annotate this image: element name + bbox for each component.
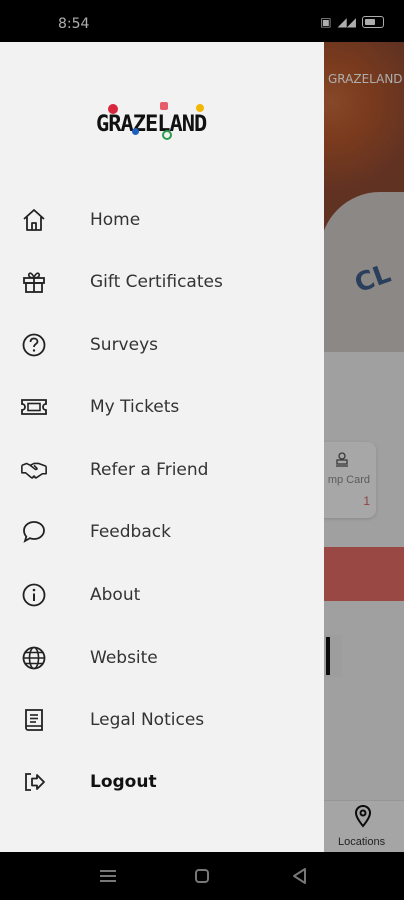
recents-menu-icon[interactable] xyxy=(96,866,120,886)
navigation-drawer: GRAZELAND Home Gift Certificates Surveys xyxy=(0,42,324,852)
menu-item-about[interactable]: About xyxy=(0,570,324,620)
menu-label-legal-notices: Legal Notices xyxy=(90,710,205,730)
menu-label-feedback: Feedback xyxy=(90,522,171,542)
logo-dot-red xyxy=(108,104,118,114)
menu-label-website: Website xyxy=(90,648,158,668)
menu-item-gift-certificates[interactable]: Gift Certificates xyxy=(0,257,324,307)
menu-label-surveys: Surveys xyxy=(90,335,158,355)
ticket-icon xyxy=(20,393,48,421)
menu-item-logout[interactable]: Logout xyxy=(0,757,324,807)
gift-icon xyxy=(20,268,48,296)
logo-dot-yellow xyxy=(196,104,204,112)
menu-label-my-tickets: My Tickets xyxy=(90,397,180,417)
system-nav-bar xyxy=(0,852,404,900)
brand-logo: GRAZELAND xyxy=(96,102,236,142)
book-icon xyxy=(20,706,48,734)
info-circle-icon xyxy=(20,581,48,609)
logo-dot-pink xyxy=(160,102,168,110)
menu-label-logout: Logout xyxy=(90,772,157,792)
menu-item-legal-notices[interactable]: Legal Notices xyxy=(0,695,324,745)
menu-label-gift-certificates: Gift Certificates xyxy=(90,272,223,292)
logo-dot-blue xyxy=(132,128,139,135)
home-button-icon[interactable] xyxy=(190,866,214,886)
menu-label-about: About xyxy=(90,585,141,605)
handshake-icon xyxy=(20,456,48,484)
menu-item-feedback[interactable]: Feedback xyxy=(0,507,324,557)
chat-bubble-icon xyxy=(20,518,48,546)
home-icon xyxy=(20,206,48,234)
menu-label-home: Home xyxy=(90,210,141,230)
brand-logo-text: GRAZELAND xyxy=(96,112,207,137)
question-circle-icon xyxy=(20,331,48,359)
menu-item-my-tickets[interactable]: My Tickets xyxy=(0,382,324,432)
menu-item-website[interactable]: Website xyxy=(0,633,324,683)
logout-icon xyxy=(20,768,48,796)
menu-item-home[interactable]: Home xyxy=(0,195,324,245)
globe-icon xyxy=(20,644,48,672)
back-button-icon[interactable] xyxy=(288,866,312,886)
logo-dot-green xyxy=(162,130,172,140)
menu-label-refer-a-friend: Refer a Friend xyxy=(90,460,209,480)
menu-item-refer-a-friend[interactable]: Refer a Friend xyxy=(0,445,324,495)
menu-item-surveys[interactable]: Surveys xyxy=(0,320,324,370)
